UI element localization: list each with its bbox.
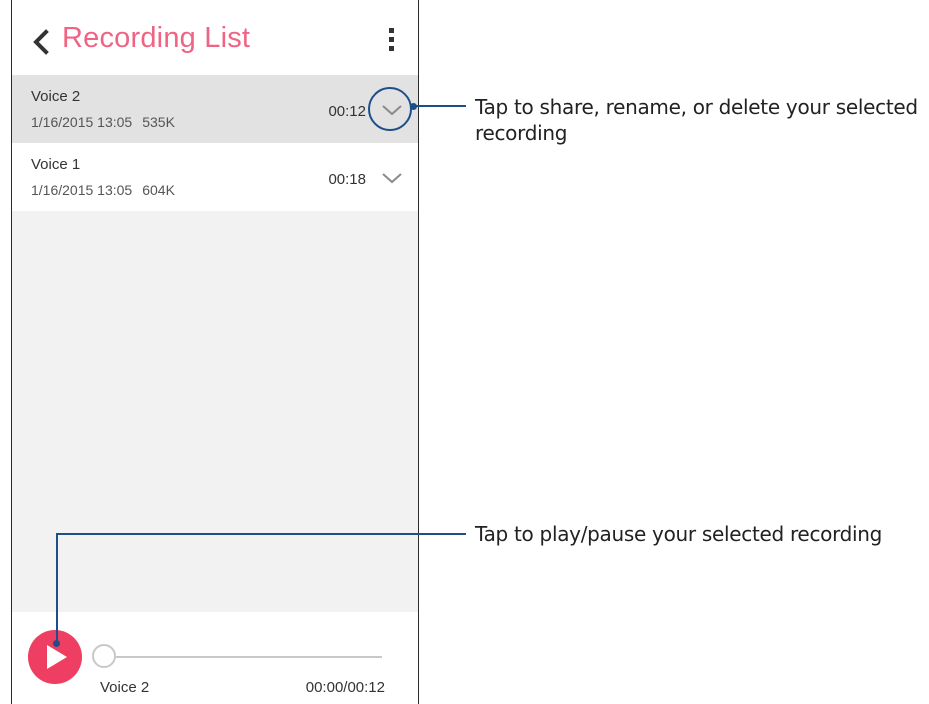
callout-line: [56, 533, 58, 643]
play-icon: [47, 645, 67, 669]
callout-dot: [53, 640, 60, 647]
chevron-left-icon[interactable]: [30, 28, 52, 56]
recording-size: 604K: [142, 182, 175, 198]
phone-screen: Recording List Voice 2 1/16/2015 13:05 53…: [11, 0, 419, 704]
player-time: 00:00/00:12: [305, 679, 385, 696]
recording-meta: 1/16/2015 13:05 604K: [31, 182, 175, 198]
list-item-voice-1[interactable]: Voice 1 1/16/2015 13:05 604K 00:18: [12, 143, 418, 211]
recording-size: 535K: [142, 114, 175, 130]
callout-line: [56, 533, 466, 535]
seek-thumb[interactable]: [92, 644, 116, 668]
play-callout-text: Tap to play/pause your selected recordin…: [475, 522, 883, 546]
recording-name: Voice 2: [31, 88, 81, 105]
list-item-voice-2[interactable]: Voice 2 1/16/2015 13:05 535K 00:12: [12, 75, 418, 143]
recording-duration: 00:18: [328, 171, 366, 188]
play-button[interactable]: [28, 630, 82, 684]
recording-date: 1/16/2015 13:05: [31, 182, 133, 198]
audio-player: Voice 2 00:00/00:12: [12, 612, 418, 704]
recording-meta: 1/16/2015 13:05 535K: [31, 114, 175, 130]
chevron-down-icon[interactable]: [379, 165, 405, 191]
player-track-name: Voice 2: [100, 679, 150, 696]
callout-line: [413, 105, 466, 107]
app-header: Recording List: [12, 0, 418, 75]
recording-duration: 00:12: [328, 103, 366, 120]
recording-date: 1/16/2015 13:05: [31, 114, 133, 130]
menu-callout-text: Tap to share, rename, or delete your sel…: [475, 95, 918, 145]
recording-name: Voice 1: [31, 156, 81, 173]
callout-highlight-circle: [368, 87, 412, 131]
more-vertical-icon[interactable]: [384, 28, 398, 58]
seek-track[interactable]: [116, 656, 382, 658]
page-title: Recording List: [62, 22, 251, 54]
